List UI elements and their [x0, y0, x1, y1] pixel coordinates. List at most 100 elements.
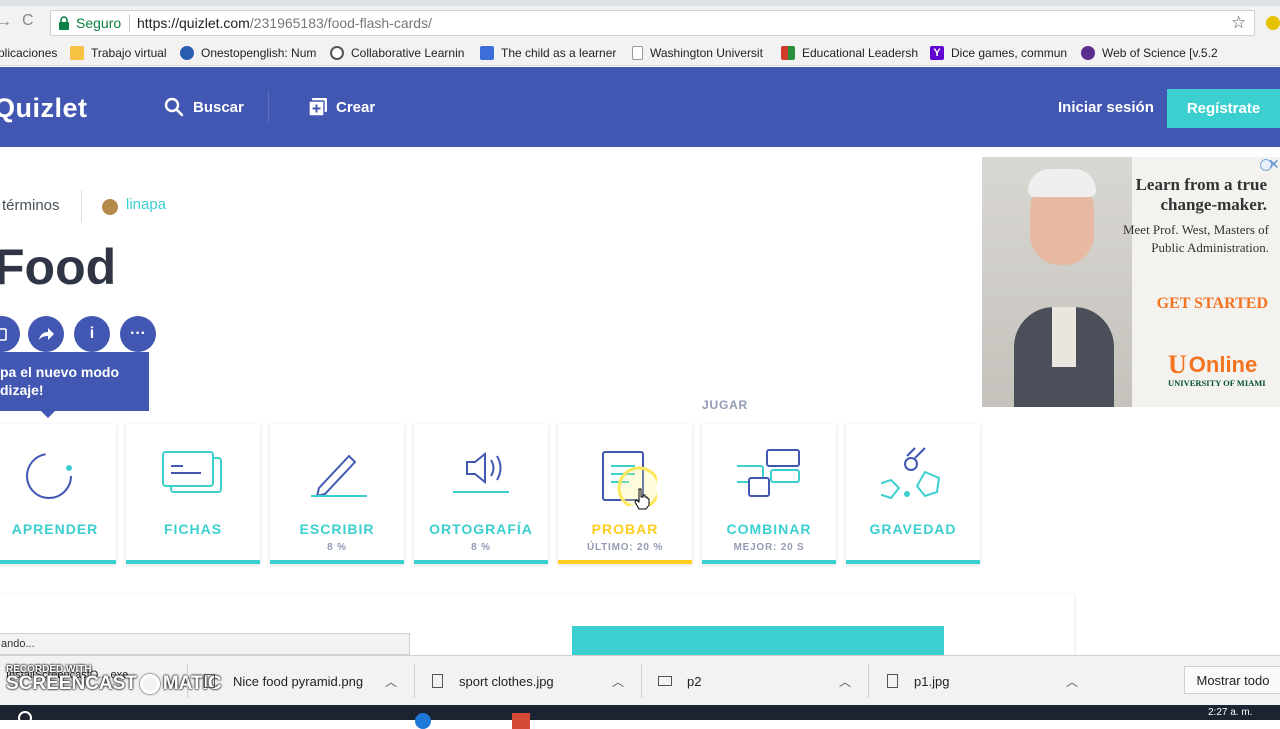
download-filename: p1.jpg [914, 673, 950, 689]
mode-card-gravedad[interactable]: GRAVEDAD [846, 424, 980, 564]
create-nav[interactable]: Crear [308, 97, 375, 117]
mode-label: FICHAS [163, 521, 223, 537]
mode-card-fichas[interactable]: FICHAS [126, 424, 260, 564]
forward-arrow-icon[interactable]: → [0, 13, 12, 31]
show-all-downloads-button[interactable]: Mostrar todo [1184, 666, 1280, 694]
share-arrow-icon [39, 328, 54, 340]
mode-progress: ÚLTIMO: 20 % [586, 542, 664, 553]
url-field[interactable]: Seguro https://quizlet.com/231965183/foo… [50, 10, 1255, 36]
bookmark-collaborative-learning[interactable]: Collaborative Learnin [330, 40, 468, 66]
play-section-label: JUGAR [702, 398, 749, 412]
bookmarks-bar: plicaciones Trabajo virtual Onestopengli… [0, 40, 1280, 66]
ad-cta[interactable]: GET STARTED [1122, 295, 1268, 313]
watermark-brand: SCREENCAST [6, 673, 137, 694]
url-path: /231965183/food-flash-cards/ [249, 15, 432, 31]
ad-university: UNIVERSITY OF MIAMI [1168, 378, 1266, 388]
wos-icon [1081, 46, 1095, 60]
download-filename: sport clothes.jpg [459, 673, 554, 689]
download-item[interactable]: sport clothes.jpg [432, 656, 554, 706]
mode-card-combinar[interactable]: COMBINAR MEJOR: 20 S [702, 424, 836, 564]
chevron-up-icon[interactable]: ︿ [612, 673, 624, 690]
quizlet-logo[interactable]: Quizlet [0, 93, 88, 124]
bookmark-label: Trabajo virtual [91, 46, 167, 60]
download-separator [414, 664, 415, 698]
file-icon [432, 674, 443, 688]
mode-card-ortografia[interactable]: ORTOGRAFÍA 8 % [414, 424, 548, 564]
bookmark-web-of-science[interactable]: Web of Science [v.5.2 [1081, 40, 1219, 66]
bookmark-onestopenglish[interactable]: Onestopenglish: Num [180, 40, 318, 66]
ad-body-2: Public Administration. [1151, 240, 1269, 255]
ad-photo-shirt [1052, 307, 1076, 367]
bookmark-trabajo-virtual[interactable]: Trabajo virtual [70, 40, 172, 66]
mode-card-escribir[interactable]: ESCRIBIR 8 % [270, 424, 404, 564]
lock-icon [59, 16, 69, 30]
bookmark-child-as-learner[interactable]: The child as a learner [480, 40, 618, 66]
flashcards-icon [162, 451, 222, 493]
bookmark-label: Washington Universit [650, 46, 763, 60]
match-icon [737, 449, 800, 497]
bookmark-label: Onestopenglish: Num [201, 46, 317, 60]
chevron-up-icon[interactable]: ︿ [385, 673, 397, 690]
avatar[interactable] [102, 199, 118, 215]
learn-mode-tooltip[interactable]: pa el nuevo modo dizaje! [0, 352, 149, 411]
secure-label: Seguro [76, 15, 122, 31]
chevron-up-icon[interactable]: ︿ [1066, 673, 1078, 690]
learn-icon [26, 453, 72, 499]
screencast-logo-icon [139, 674, 160, 694]
info-button[interactable]: i [74, 316, 110, 352]
bookmark-label: Web of Science [v.5.2 [1102, 46, 1218, 60]
signup-button[interactable]: Regístrate [1167, 89, 1280, 128]
url-text: https://quizlet.com/231965183/food-flash… [137, 15, 432, 33]
download-item[interactable]: p2 [658, 656, 701, 706]
bookmark-dice-games[interactable]: Y Dice games, commun [930, 40, 1070, 66]
search-icon [164, 97, 184, 117]
download-filename: Nice food pyramid.png [233, 673, 364, 689]
reload-icon[interactable]: C [22, 12, 34, 30]
hand-cursor-icon [634, 488, 650, 510]
ad-body-1: Meet Prof. West, Masters of [1122, 222, 1269, 237]
bookmark-educational-leadership[interactable]: Educational Leadersh [781, 40, 919, 66]
search-nav[interactable]: Buscar [164, 97, 244, 117]
browser-address-bar: → C Seguro https://quizlet.com/231965183… [0, 6, 1280, 40]
meta-divider [81, 190, 82, 222]
bookmark-star-icon[interactable]: ☆ [1231, 13, 1246, 33]
header-divider [268, 91, 269, 123]
mode-card-probar[interactable]: PROBAR ÚLTIMO: 20 % [558, 424, 692, 564]
cortana-icon[interactable] [18, 711, 32, 725]
ad-close-icon[interactable]: ✕ [1268, 157, 1280, 173]
extension-icon[interactable] [1266, 16, 1280, 30]
bookmark-apps[interactable]: plicaciones [0, 40, 68, 66]
tooltip-arrow [40, 410, 56, 418]
bookmark-label: Collaborative Learnin [351, 46, 465, 60]
share-button[interactable] [28, 316, 64, 352]
url-base: https://quizlet.com [137, 15, 250, 31]
copy-button[interactable] [0, 316, 20, 352]
ad-headline-2: change-maker. [1160, 195, 1267, 214]
advertisement[interactable]: ✕ Learn from a true change-maker. Meet P… [982, 157, 1280, 407]
author-link[interactable]: linapa [126, 196, 166, 213]
speaker-icon [453, 451, 509, 493]
chrome-taskbar-icon[interactable] [512, 713, 530, 729]
bookmark-washington-university[interactable]: Washington Universit [632, 40, 768, 66]
ad-brand-name: Online [1188, 352, 1258, 377]
terms-count-label: términos [2, 197, 60, 214]
mode-card-aprender[interactable]: APRENDER [0, 424, 116, 564]
edge-icon[interactable] [415, 713, 431, 729]
chevron-up-icon[interactable]: ︿ [839, 673, 851, 690]
download-item[interactable]: Nice food pyramid.png [204, 656, 363, 706]
windows-taskbar: 2:27 a. m. [0, 705, 1280, 729]
more-button[interactable]: ··· [120, 316, 156, 352]
file-icon [204, 674, 215, 688]
info-icon: i [89, 325, 95, 342]
site-header: Quizlet Buscar Crear Iniciar sesión Regí… [0, 67, 1280, 147]
file-icon [658, 676, 672, 686]
browser-status-bar: ando... [0, 633, 410, 655]
login-link[interactable]: Iniciar sesión [1058, 99, 1154, 116]
set-title: Food [0, 239, 117, 295]
url-divider [129, 14, 130, 32]
mode-label: ESCRIBIR [299, 521, 375, 537]
mode-progress: 8 % [327, 542, 347, 553]
mode-label: PROBAR [591, 521, 659, 537]
bookmark-label: Educational Leadersh [802, 46, 919, 60]
download-item[interactable]: p1.jpg [887, 656, 949, 706]
